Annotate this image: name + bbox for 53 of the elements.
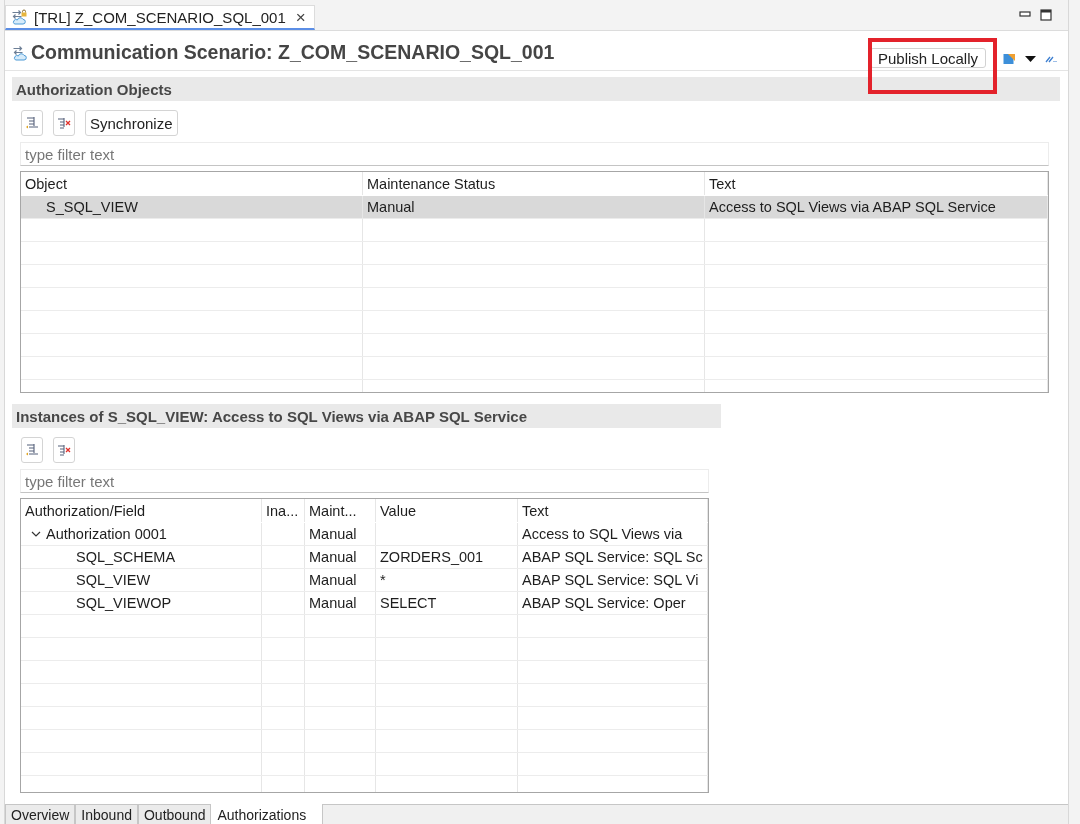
close-button[interactable]: × bbox=[295, 8, 306, 26]
editor-tab[interactable]: [TRL] Z_COM_SCENARIO_SQL_001 × bbox=[5, 5, 315, 30]
tile-icon[interactable] bbox=[1003, 51, 1016, 65]
table-cell: S_SQL_VIEW bbox=[21, 196, 363, 218]
publish-locally-button[interactable]: Publish Locally bbox=[869, 48, 986, 68]
column-header[interactable]: Object bbox=[21, 172, 363, 195]
column-header[interactable]: Maint... bbox=[305, 499, 376, 522]
column-header[interactable]: Maintenance Status bbox=[363, 172, 705, 195]
list-add-icon bbox=[25, 116, 39, 130]
arrows-cloud-lock-icon bbox=[11, 9, 27, 25]
table-cell: Access to SQL Views via ABAP SQL Service bbox=[705, 196, 1048, 218]
table-row[interactable]: S_SQL_VIEW Manual Access to SQL Views via ABAP SQL Service bbox=[21, 196, 1048, 219]
filter-field[interactable]: type filter text bbox=[20, 142, 1049, 166]
table-cell: ABAP SQL Service: SQL Vi bbox=[518, 569, 708, 591]
list-remove-icon bbox=[57, 116, 71, 130]
column-header[interactable]: Value bbox=[376, 499, 518, 522]
page-tab[interactable]: Outbound bbox=[137, 804, 212, 824]
table-cell: SELECT bbox=[376, 592, 518, 614]
table-cell: ABAP SQL Service: SQL Sc bbox=[518, 546, 708, 568]
editor-title: Communication Scenario: Z_COM_SCENARIO_SQL_001 bbox=[31, 41, 555, 64]
column-header[interactable]: Authorization/Field bbox=[21, 499, 262, 522]
table-cell: Manual bbox=[305, 569, 376, 591]
column-header[interactable]: Text bbox=[518, 499, 708, 522]
tree-node-label[interactable]: SQL_VIEW bbox=[76, 572, 151, 588]
add-entries-button[interactable] bbox=[21, 437, 43, 463]
table-cell: ABAP SQL Service: Oper bbox=[518, 592, 708, 614]
list-remove-icon bbox=[57, 443, 71, 457]
table-cell: Access to SQL Views via bbox=[518, 523, 708, 545]
table-cell: * bbox=[376, 569, 518, 591]
page-tab[interactable]: Overview bbox=[5, 804, 76, 824]
tree-node-label[interactable]: SQL_SCHEMA bbox=[76, 549, 176, 565]
arrows-cloud-icon bbox=[12, 44, 28, 61]
table-cell: Manual bbox=[305, 592, 376, 614]
remove-entries-button[interactable] bbox=[53, 110, 75, 136]
maximize-icon[interactable] bbox=[1040, 9, 1052, 21]
synchronize-button[interactable]: Synchronize bbox=[85, 110, 178, 136]
add-entries-button[interactable] bbox=[21, 110, 43, 136]
list-add-icon bbox=[25, 443, 39, 457]
table-cell: Manual bbox=[305, 546, 376, 568]
table-cell: Manual bbox=[363, 196, 705, 218]
table-cell: Manual bbox=[305, 523, 376, 545]
page-tab[interactable]: Inbound bbox=[75, 804, 138, 824]
tree-node-label[interactable]: SQL_VIEWOP bbox=[76, 595, 172, 611]
editor-tab-title: [TRL] Z_COM_SCENARIO_SQL_001 bbox=[34, 8, 286, 26]
column-header[interactable]: Ina... bbox=[262, 499, 305, 522]
section-header: Authorization Objects bbox=[12, 77, 1060, 101]
remove-entries-button[interactable] bbox=[53, 437, 75, 463]
table-cell: ZORDERS_001 bbox=[376, 546, 518, 568]
tree-node-label[interactable]: Authorization 0001 bbox=[46, 526, 167, 542]
filter-field[interactable]: type filter text bbox=[20, 469, 709, 493]
section-header: Instances of S_SQL_VIEW: Access to SQL Views via ABAP SQL Service bbox=[12, 404, 721, 428]
chevron-down-icon[interactable] bbox=[31, 529, 41, 539]
column-header[interactable]: Text bbox=[705, 172, 1048, 195]
